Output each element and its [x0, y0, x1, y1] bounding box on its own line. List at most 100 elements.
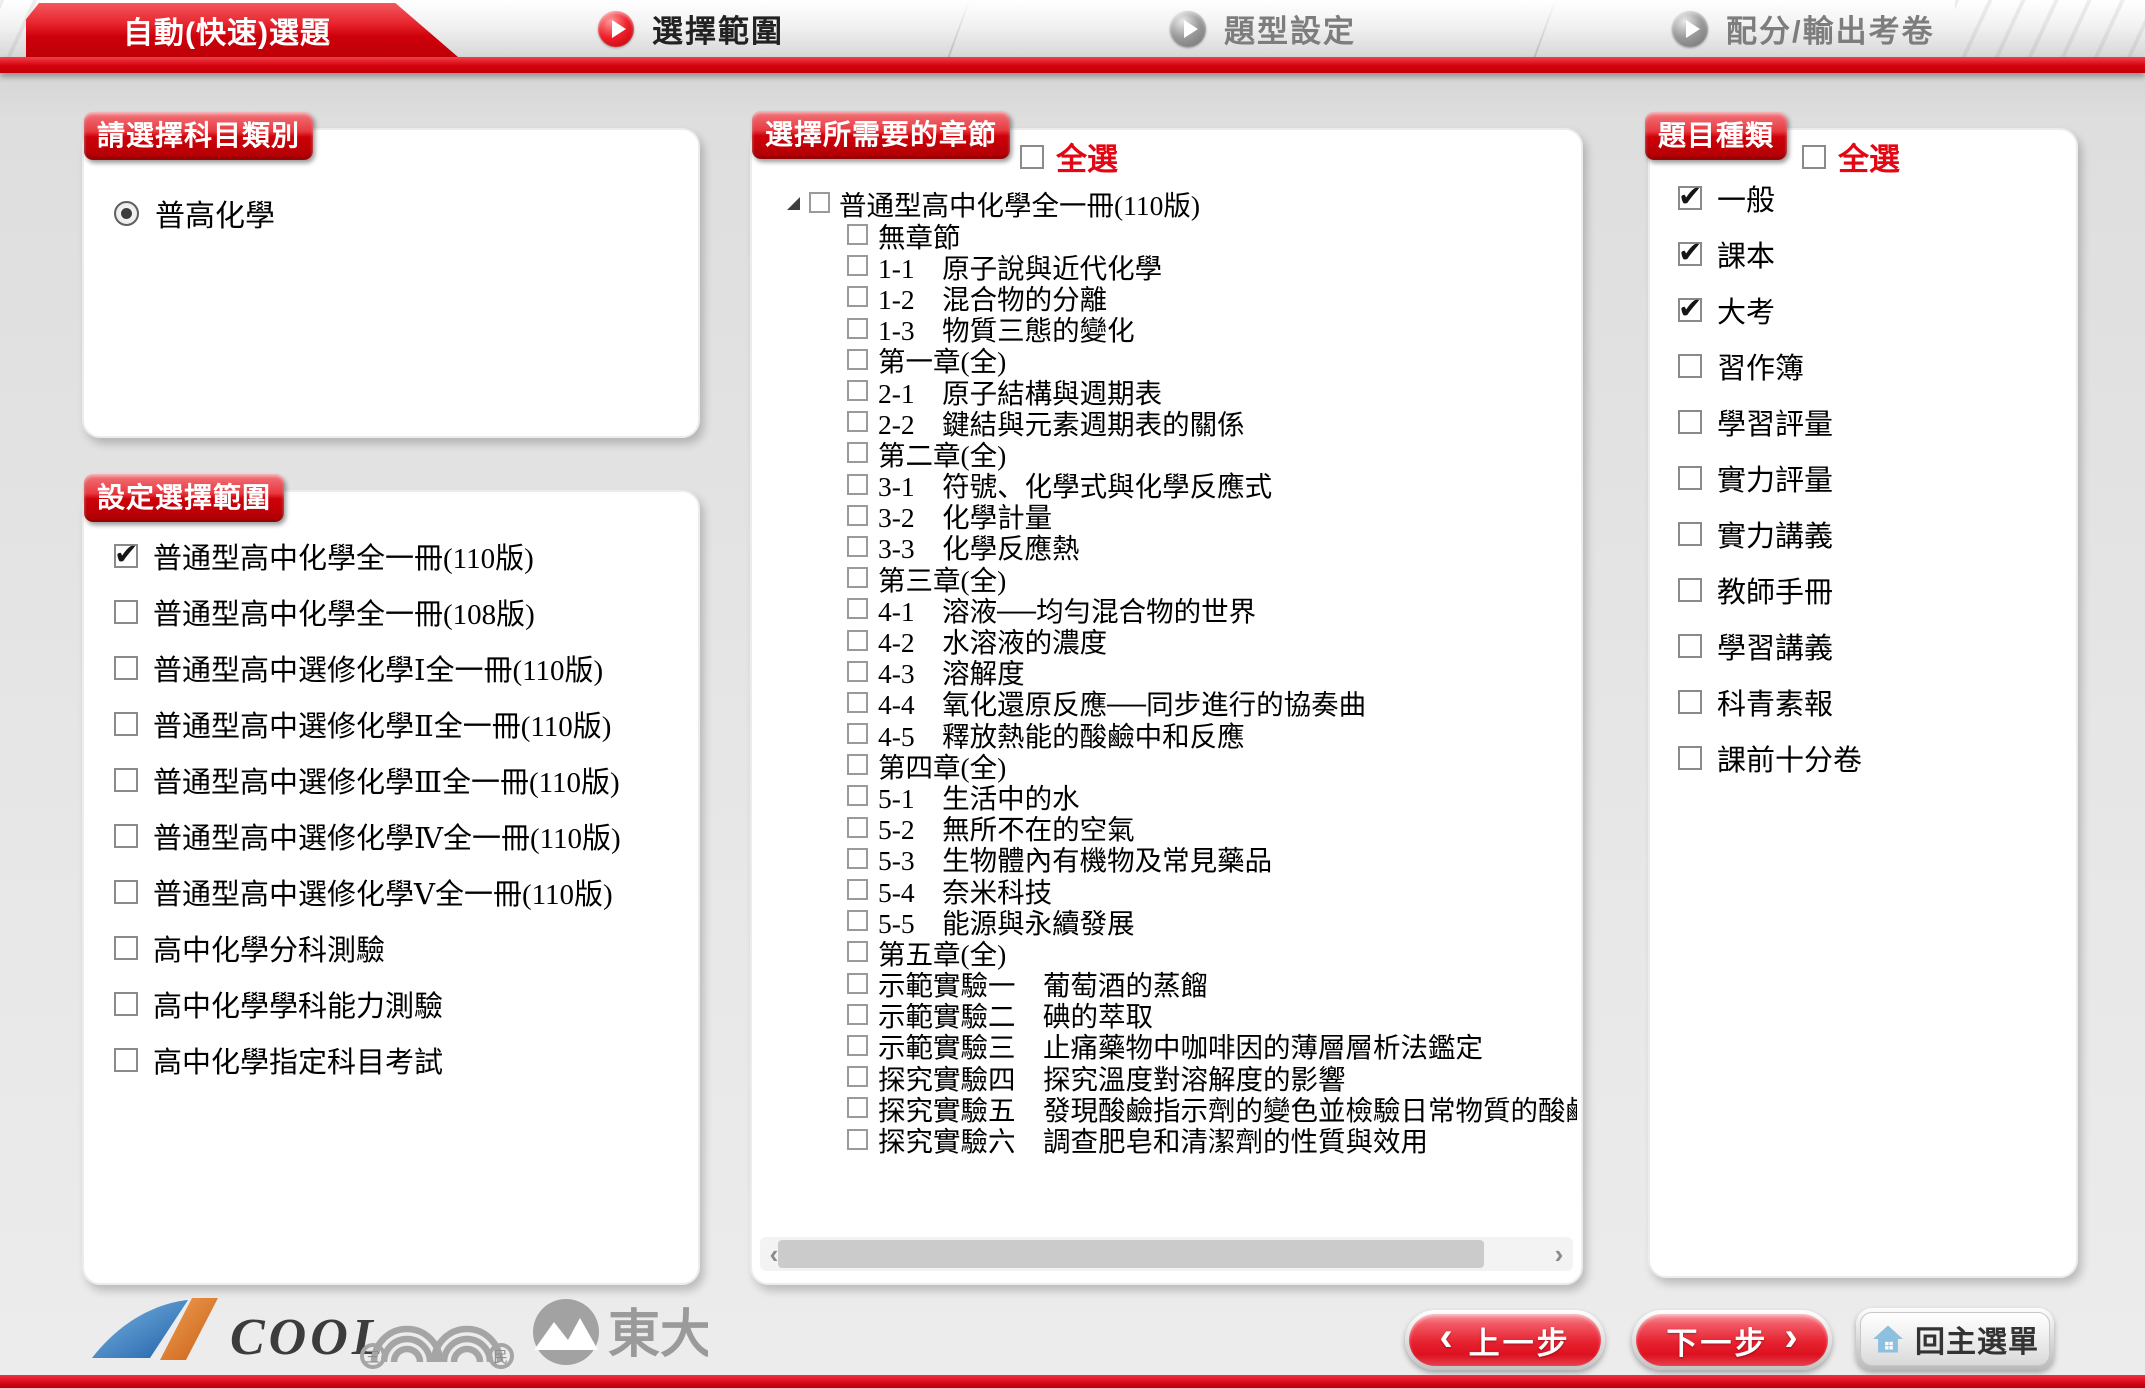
range-item-row[interactable]: 普通型高中化學全一冊(108版) [114, 584, 698, 640]
chapter-item-checkbox[interactable] [847, 255, 868, 276]
chapter-item-checkbox[interactable] [847, 723, 868, 744]
chapter-item-checkbox[interactable] [847, 442, 868, 463]
type-item-row[interactable]: 學習講義 [1678, 618, 2076, 674]
range-item-checkbox[interactable] [114, 600, 138, 624]
range-item-checkbox[interactable] [114, 768, 138, 792]
prev-step-button[interactable]: ‹ 上一步 [1405, 1310, 1605, 1370]
chapter-item-checkbox[interactable] [847, 879, 868, 900]
tree-expander-icon[interactable] [787, 197, 800, 210]
range-item-checkbox[interactable] [114, 880, 138, 904]
chapter-item-checkbox[interactable] [847, 1035, 868, 1056]
type-item-row[interactable]: 科青素報 [1678, 674, 2076, 730]
type-item-row[interactable]: 大考 [1678, 282, 2076, 338]
tab-separator [948, 0, 971, 57]
chevron-right-icon: › [1784, 1317, 1797, 1357]
range-panel: 普通型高中化學全一冊(110版) 普通型高中化學全一冊(108版) 普通型高中選… [82, 490, 700, 1285]
range-item-checkbox[interactable] [114, 1048, 138, 1072]
range-item-checkbox[interactable] [114, 544, 138, 568]
chapter-item-checkbox[interactable] [847, 598, 868, 619]
tab-select-range[interactable]: 選擇範圍 [598, 0, 784, 57]
chapter-item-checkbox[interactable] [847, 411, 868, 432]
type-item-row[interactable]: 實力評量 [1678, 450, 2076, 506]
chapter-item-checkbox[interactable] [847, 536, 868, 557]
range-item-checkbox[interactable] [114, 824, 138, 848]
tab-score-output[interactable]: 配分/輸出考卷 [1672, 0, 1935, 57]
bottom-red-bar [0, 1375, 2145, 1388]
chapter-item-checkbox[interactable] [847, 224, 868, 245]
type-item-checkbox[interactable] [1678, 746, 1702, 770]
tab-auto-quick-select[interactable]: 自動(快速)選題 [26, 3, 458, 57]
next-step-button[interactable]: 下一步 › [1632, 1310, 1832, 1370]
chapter-item-checkbox[interactable] [847, 505, 868, 526]
range-item-row[interactable]: 高中化學指定科目考試 [114, 1032, 698, 1088]
chapter-select-all-checkbox[interactable] [1020, 145, 1044, 169]
range-item-row[interactable]: 普通型高中選修化學Ⅲ全一冊(110版) [114, 752, 698, 808]
dongda-logo-mark [533, 1299, 599, 1368]
chapter-item-checkbox[interactable] [847, 1066, 868, 1087]
range-item-checkbox[interactable] [114, 656, 138, 680]
range-item-row[interactable]: 普通型高中選修化學Ⅱ全一冊(110版) [114, 696, 698, 752]
chapter-item-checkbox[interactable] [847, 286, 868, 307]
type-item-row[interactable]: 習作簿 [1678, 338, 2076, 394]
range-item-row[interactable]: 普通型高中選修化學Ⅳ全一冊(110版) [114, 808, 698, 864]
chapter-item-row[interactable]: 探究實驗六 調查肥皂和清潔劑的性質與效用 [847, 1123, 1577, 1154]
chapter-item-checkbox[interactable] [847, 349, 868, 370]
chapter-item-checkbox[interactable] [847, 1129, 868, 1150]
tab-select-range-label: 選擇範圍 [652, 6, 784, 51]
type-item-checkbox[interactable] [1678, 298, 1702, 322]
type-item-checkbox[interactable] [1678, 578, 1702, 602]
type-item-row[interactable]: 課本 [1678, 226, 2076, 282]
chapter-item-checkbox[interactable] [847, 661, 868, 682]
type-item-row[interactable]: 課前十分卷 [1678, 730, 2076, 786]
type-select-all-checkbox[interactable] [1802, 145, 1826, 169]
type-item-row[interactable]: 實力講義 [1678, 506, 2076, 562]
chapter-item-checkbox[interactable] [847, 1097, 868, 1118]
chapter-item-checkbox[interactable] [847, 567, 868, 588]
chapter-item-checkbox[interactable] [847, 630, 868, 651]
range-item-row[interactable]: 普通型高中化學全一冊(110版) [114, 528, 698, 584]
range-item-row[interactable]: 高中化學分科測驗 [114, 920, 698, 976]
scroll-right-arrow-icon[interactable]: › [1545, 1237, 1573, 1271]
chapter-select-all[interactable]: 全選 [1020, 134, 1118, 179]
chapter-item-checkbox[interactable] [847, 910, 868, 931]
back-to-main-menu-button[interactable]: 回主選單 [1856, 1308, 2054, 1370]
tab-question-type-setting[interactable]: 題型設定 [1170, 0, 1356, 57]
type-item-checkbox[interactable] [1678, 354, 1702, 378]
chapter-item-checkbox[interactable] [847, 817, 868, 838]
type-item-checkbox[interactable] [1678, 690, 1702, 714]
scrollbar-thumb[interactable] [778, 1240, 1484, 1268]
type-select-all[interactable]: 全選 [1802, 134, 1900, 179]
range-item-row[interactable]: 普通型高中選修化學Ⅴ全一冊(110版) [114, 864, 698, 920]
chapter-root-checkbox[interactable] [809, 192, 830, 213]
play-icon-gray [1672, 11, 1708, 47]
type-item-checkbox[interactable] [1678, 186, 1702, 210]
chapter-item-checkbox[interactable] [847, 754, 868, 775]
chapter-item-checkbox[interactable] [847, 848, 868, 869]
chapter-item-checkbox[interactable] [847, 692, 868, 713]
subject-option-row[interactable]: 普高化學 [114, 188, 698, 238]
chapter-item-checkbox[interactable] [847, 973, 868, 994]
type-item-row[interactable]: 學習評量 [1678, 394, 2076, 450]
type-item-checkbox[interactable] [1678, 466, 1702, 490]
type-item-checkbox[interactable] [1678, 522, 1702, 546]
range-item-label: 普通型高中化學全一冊(108版) [153, 591, 535, 633]
type-item-checkbox[interactable] [1678, 242, 1702, 266]
type-item-label: 實力講義 [1717, 513, 1833, 555]
chapter-horizontal-scrollbar[interactable]: ‹ › [760, 1237, 1573, 1271]
range-item-checkbox[interactable] [114, 936, 138, 960]
type-item-checkbox[interactable] [1678, 410, 1702, 434]
chapter-item-checkbox[interactable] [847, 474, 868, 495]
chapter-item-checkbox[interactable] [847, 1004, 868, 1025]
chapter-item-checkbox[interactable] [847, 318, 868, 339]
chapter-item-checkbox[interactable] [847, 785, 868, 806]
subject-radio[interactable] [114, 201, 139, 226]
chapter-item-checkbox[interactable] [847, 941, 868, 962]
range-item-checkbox[interactable] [114, 992, 138, 1016]
range-item-checkbox[interactable] [114, 712, 138, 736]
range-item-label: 普通型高中選修化學Ⅳ全一冊(110版) [153, 815, 621, 857]
type-item-row[interactable]: 教師手冊 [1678, 562, 2076, 618]
type-item-checkbox[interactable] [1678, 634, 1702, 658]
range-item-row[interactable]: 普通型高中選修化學Ⅰ全一冊(110版) [114, 640, 698, 696]
range-item-row[interactable]: 高中化學學科能力測驗 [114, 976, 698, 1032]
chapter-item-checkbox[interactable] [847, 380, 868, 401]
